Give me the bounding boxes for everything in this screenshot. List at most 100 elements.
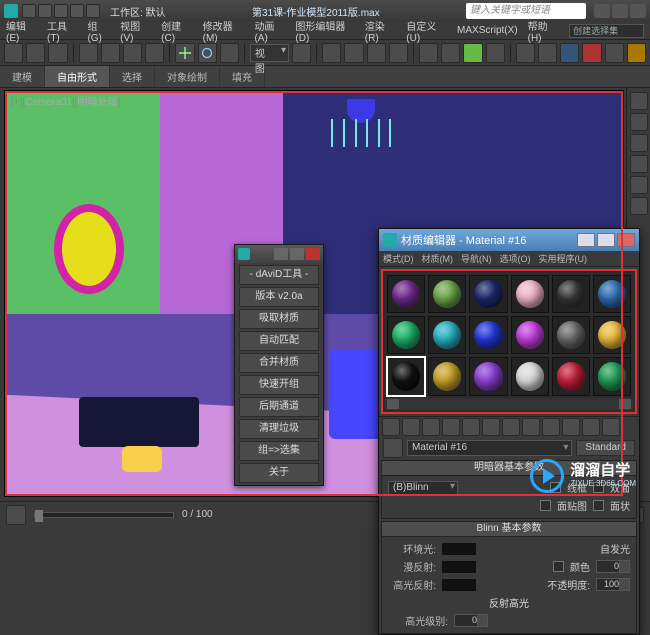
scroll-left-icon[interactable]	[387, 399, 399, 409]
mirror-icon[interactable]	[441, 43, 460, 63]
mat-menu-material[interactable]: 材质(M)	[422, 252, 454, 265]
maximize-icon[interactable]	[612, 4, 628, 18]
show-end-result-icon[interactable]	[562, 418, 580, 436]
shader-dropdown[interactable]: (B)Blinn	[388, 481, 458, 495]
pick-material-icon[interactable]	[383, 438, 403, 458]
menu-grapheditors[interactable]: 图形编辑器(D)	[295, 18, 354, 44]
qat-redo-icon[interactable]	[86, 4, 100, 18]
david-maximize-icon[interactable]	[290, 248, 304, 260]
mat-menu-navigation[interactable]: 导航(N)	[461, 252, 492, 265]
material-swatch[interactable]	[387, 357, 425, 395]
select-by-name-icon[interactable]	[123, 43, 142, 63]
render-frame-icon[interactable]	[605, 43, 624, 63]
material-swatch[interactable]	[469, 357, 507, 395]
cmd-modify-icon[interactable]	[630, 113, 648, 131]
tab-freeform[interactable]: 自由形式	[45, 66, 110, 87]
layers-icon[interactable]	[486, 43, 505, 63]
material-swatch[interactable]	[428, 275, 466, 313]
cmd-motion-icon[interactable]	[630, 155, 648, 173]
scale-icon[interactable]	[220, 43, 239, 63]
material-swatch[interactable]	[428, 357, 466, 395]
menu-create[interactable]: 创建(C)	[161, 18, 192, 44]
select-region-icon[interactable]	[145, 43, 164, 63]
david-titlebar[interactable]	[235, 245, 323, 263]
menu-rendering[interactable]: 渲染(R)	[365, 18, 396, 44]
help-search-input[interactable]: 键入关键字或短语	[466, 3, 586, 19]
material-swatch[interactable]	[511, 316, 549, 354]
selection-filter-icon[interactable]	[79, 43, 98, 63]
david-close-icon[interactable]	[306, 248, 320, 260]
material-swatch[interactable]	[552, 316, 590, 354]
material-swatch[interactable]	[511, 357, 549, 395]
material-editor-titlebar[interactable]: 材质编辑器 - Material #16	[379, 229, 639, 251]
material-id-icon[interactable]	[522, 418, 540, 436]
scroll-right-icon[interactable]	[619, 399, 631, 409]
select-object-icon[interactable]	[101, 43, 120, 63]
minimize-icon[interactable]	[594, 4, 610, 18]
david-about-button[interactable]: 关于	[239, 463, 319, 483]
cmd-display-icon[interactable]	[630, 176, 648, 194]
cmd-hierarchy-icon[interactable]	[630, 134, 648, 152]
material-swatch[interactable]	[469, 275, 507, 313]
blinn-params-header[interactable]: Blinn 基本参数	[381, 521, 637, 537]
bind-spacewarp-icon[interactable]	[48, 43, 67, 63]
reset-map-icon[interactable]	[442, 418, 460, 436]
tab-selection[interactable]: 选择	[110, 66, 155, 87]
david-post-channel-button[interactable]: 后期通道	[239, 397, 319, 417]
material-swatch[interactable]	[593, 275, 631, 313]
menu-views[interactable]: 视图(V)	[120, 18, 151, 44]
david-merge-material-button[interactable]: 合并材质	[239, 353, 319, 373]
make-copy-icon[interactable]	[462, 418, 480, 436]
material-swatch[interactable]	[387, 316, 425, 354]
menu-maxscript[interactable]: MAXScript(X)	[457, 25, 518, 36]
menu-help[interactable]: 帮助(H)	[528, 18, 559, 44]
material-swatch[interactable]	[469, 316, 507, 354]
material-type-button[interactable]: Standard	[576, 440, 635, 456]
unlink-icon[interactable]	[26, 43, 45, 63]
material-editor-icon[interactable]	[560, 43, 579, 63]
qat-undo-icon[interactable]	[70, 4, 84, 18]
david-pick-material-button[interactable]: 吸取材质	[239, 309, 319, 329]
menu-tools[interactable]: 工具(T)	[47, 18, 77, 44]
get-material-icon[interactable]	[382, 418, 400, 436]
time-slider[interactable]	[34, 512, 174, 518]
david-quick-ungroup-button[interactable]: 快速开组	[239, 375, 319, 395]
david-minimize-icon[interactable]	[274, 248, 288, 260]
material-swatch[interactable]	[387, 275, 425, 313]
ref-coord-dropdown[interactable]: 视图	[250, 44, 289, 62]
render-setup-icon[interactable]	[582, 43, 601, 63]
mat-close-icon[interactable]	[617, 233, 635, 247]
david-cleanup-button[interactable]: 清理垃圾	[239, 419, 319, 439]
cmd-create-icon[interactable]	[630, 92, 648, 110]
mat-minimize-icon[interactable]	[577, 233, 595, 247]
put-to-library-icon[interactable]	[502, 418, 520, 436]
material-swatch[interactable]	[552, 275, 590, 313]
material-swatch[interactable]	[511, 275, 549, 313]
put-to-scene-icon[interactable]	[402, 418, 420, 436]
schematic-view-icon[interactable]	[538, 43, 557, 63]
select-link-icon[interactable]	[4, 43, 23, 63]
qat-new-icon[interactable]	[22, 4, 36, 18]
swatch-scrollbar[interactable]	[385, 398, 633, 410]
snap-toggle-icon[interactable]	[322, 43, 341, 63]
viewport-label[interactable]: [+][Camera01][明暗处理]	[11, 93, 120, 108]
render-production-icon[interactable]	[627, 43, 646, 63]
qat-open-icon[interactable]	[38, 4, 52, 18]
menu-animation[interactable]: 动画(A)	[254, 18, 285, 44]
mat-maximize-icon[interactable]	[597, 233, 615, 247]
material-swatch[interactable]	[593, 316, 631, 354]
material-swatch[interactable]	[428, 316, 466, 354]
close-icon[interactable]	[630, 4, 646, 18]
menu-group[interactable]: 组(G)	[87, 18, 110, 44]
spec-level-spinner[interactable]: 0	[454, 614, 488, 627]
faceted-checkbox[interactable]	[593, 500, 604, 511]
specular-swatch[interactable]	[442, 579, 476, 591]
material-name-field[interactable]: Material #16	[407, 440, 572, 456]
mat-menu-utilities[interactable]: 实用程序(U)	[539, 252, 588, 265]
ambient-swatch[interactable]	[442, 543, 476, 555]
tab-objectpaint[interactable]: 对象绘制	[155, 66, 220, 87]
rotate-icon[interactable]	[198, 43, 217, 63]
selfillum-color-checkbox[interactable]	[553, 561, 564, 572]
use-pivot-icon[interactable]	[292, 43, 311, 63]
menu-modifiers[interactable]: 修改器(M)	[203, 18, 245, 44]
